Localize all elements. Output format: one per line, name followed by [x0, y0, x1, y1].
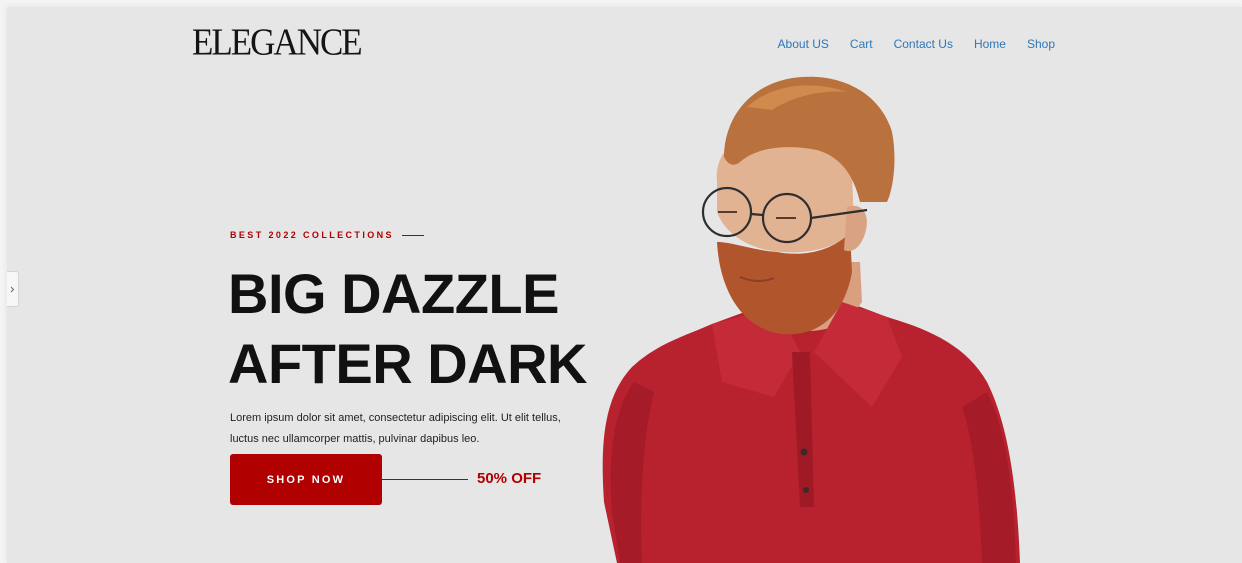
hero-eyebrow: BEST 2022 COLLECTIONS — [230, 230, 424, 240]
offer-divider — [382, 479, 468, 480]
headline-line-2: AFTER DARK — [228, 332, 587, 395]
nav-link-about-us[interactable]: About US — [778, 37, 829, 51]
headline-line-1: BIG DAZZLE — [228, 262, 559, 325]
eyebrow-text: BEST 2022 COLLECTIONS — [230, 230, 394, 240]
eyebrow-divider — [401, 234, 424, 236]
page-canvas: ELEGANCE About US Cart Contact Us Home S… — [7, 7, 1242, 563]
nav-link-contact-us[interactable]: Contact Us — [894, 37, 953, 51]
nav-link-shop[interactable]: Shop — [1027, 37, 1055, 51]
shop-now-button[interactable]: SHOP NOW — [230, 454, 382, 505]
hero-headline: BIG DAZZLE AFTER DARK — [228, 259, 587, 399]
hero-description: Lorem ipsum dolor sit amet, consectetur … — [230, 412, 561, 445]
brand-logo[interactable]: ELEGANCE — [192, 23, 363, 61]
nav-link-home[interactable]: Home — [974, 37, 1006, 51]
nav-link-cart[interactable]: Cart — [850, 37, 873, 51]
offer-badge: 50% OFF — [477, 470, 542, 487]
chevron-right-icon — [10, 286, 15, 293]
model-photo — [602, 76, 1020, 563]
main-nav: About US Cart Contact Us Home Shop — [778, 37, 1055, 51]
side-panel-toggle[interactable] — [7, 271, 19, 307]
